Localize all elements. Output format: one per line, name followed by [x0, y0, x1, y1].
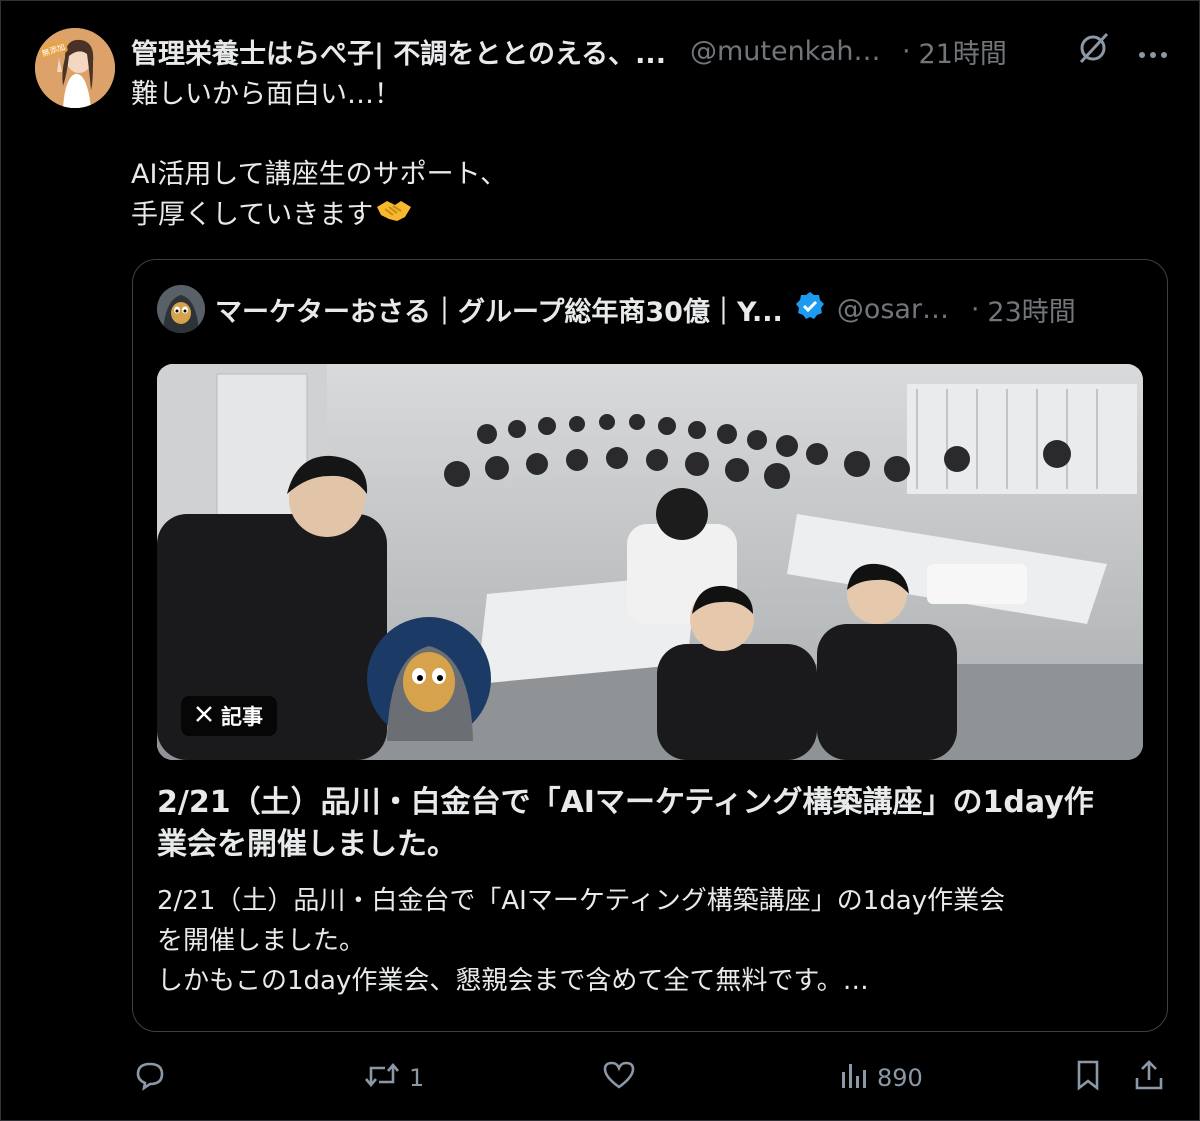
retweet-button[interactable]: 1	[363, 1056, 424, 1100]
x-logo-icon	[195, 704, 213, 728]
post-time[interactable]: 21時間	[919, 32, 1007, 71]
share-button[interactable]	[1133, 1056, 1165, 1100]
retweet-count: 1	[409, 1064, 425, 1092]
tweet-line: AI活用して講座生のサポート、	[131, 159, 508, 190]
tweet-line: 手厚くしていきます	[131, 195, 1151, 237]
share-icon	[1133, 1058, 1165, 1098]
more-options-icon[interactable]	[1137, 36, 1169, 67]
handshake-emoji-icon	[375, 195, 413, 237]
article-badge: 記事	[181, 696, 277, 736]
quoted-author-handle[interactable]: @osaru...	[837, 294, 963, 325]
article-excerpt-line: しかもこの1day作業会、懇親会まで含めて全て無料です。…	[157, 966, 869, 996]
tweet-container[interactable]: 無添加 管理栄養士はらぺ子| 不調をととのえる、... @mutenkaha..…	[0, 0, 1200, 1121]
retweet-icon	[363, 1060, 401, 1096]
views-button[interactable]: 890	[839, 1056, 923, 1100]
quoted-author-avatar[interactable]	[157, 285, 205, 333]
author-name[interactable]: 管理栄養士はらぺ子| 不調をととのえる、...	[131, 32, 666, 71]
separator-dot: ·	[901, 35, 911, 67]
author-avatar[interactable]: 無添加	[35, 28, 115, 108]
reply-icon	[133, 1058, 167, 1098]
article-title[interactable]: 2/21（土）品川・白金台で「AIマーケティング構築講座」の1day作業会を開催…	[157, 782, 1117, 866]
bookmark-icon	[1073, 1058, 1103, 1098]
tweet-line	[131, 115, 1151, 155]
quoted-header: マーケターおさる｜グループ総年商30億｜Y... @osaru... · 23時…	[157, 284, 1143, 334]
grok-icon[interactable]	[1075, 30, 1111, 73]
tweet-line: 難しいから面白い…！	[131, 79, 401, 110]
reply-button[interactable]	[133, 1056, 175, 1100]
tweet-text: 難しいから面白い…！ AI活用して講座生のサポート、 手厚くしていきます	[131, 75, 1151, 237]
like-button[interactable]	[601, 1056, 645, 1100]
author-handle[interactable]: @mutenkaha...	[690, 36, 894, 67]
action-bar: 1 890	[133, 1056, 1173, 1100]
quoted-post-time[interactable]: 23時間	[987, 290, 1075, 329]
separator-dot: ·	[970, 293, 980, 325]
quoted-author-name[interactable]: マーケターおさる｜グループ総年商30億｜Y...	[215, 290, 783, 329]
article-excerpt-line: 2/21（土）品川・白金台で「AIマーケティング構築講座」の1day作業会	[157, 886, 1006, 916]
article-excerpt-line: を開催しました。	[157, 926, 366, 956]
analytics-icon	[839, 1060, 869, 1096]
article-excerpt: 2/21（土）品川・白金台で「AIマーケティング構築講座」の1day作業会 を開…	[157, 881, 1127, 1001]
tweet-header: 管理栄養士はらぺ子| 不調をととのえる、... @mutenkaha... · …	[131, 29, 1169, 73]
verified-badge-icon	[795, 291, 825, 328]
tweet-line-text: 手厚くしていきます	[131, 199, 374, 231]
article-badge-label: 記事	[221, 705, 263, 729]
views-count: 890	[877, 1064, 923, 1092]
bookmark-button[interactable]	[1073, 1056, 1103, 1100]
heart-icon	[601, 1059, 637, 1097]
article-cover-image[interactable]	[157, 364, 1143, 760]
quoted-post[interactable]: マーケターおさる｜グループ総年商30億｜Y... @osaru... · 23時…	[132, 259, 1168, 1032]
